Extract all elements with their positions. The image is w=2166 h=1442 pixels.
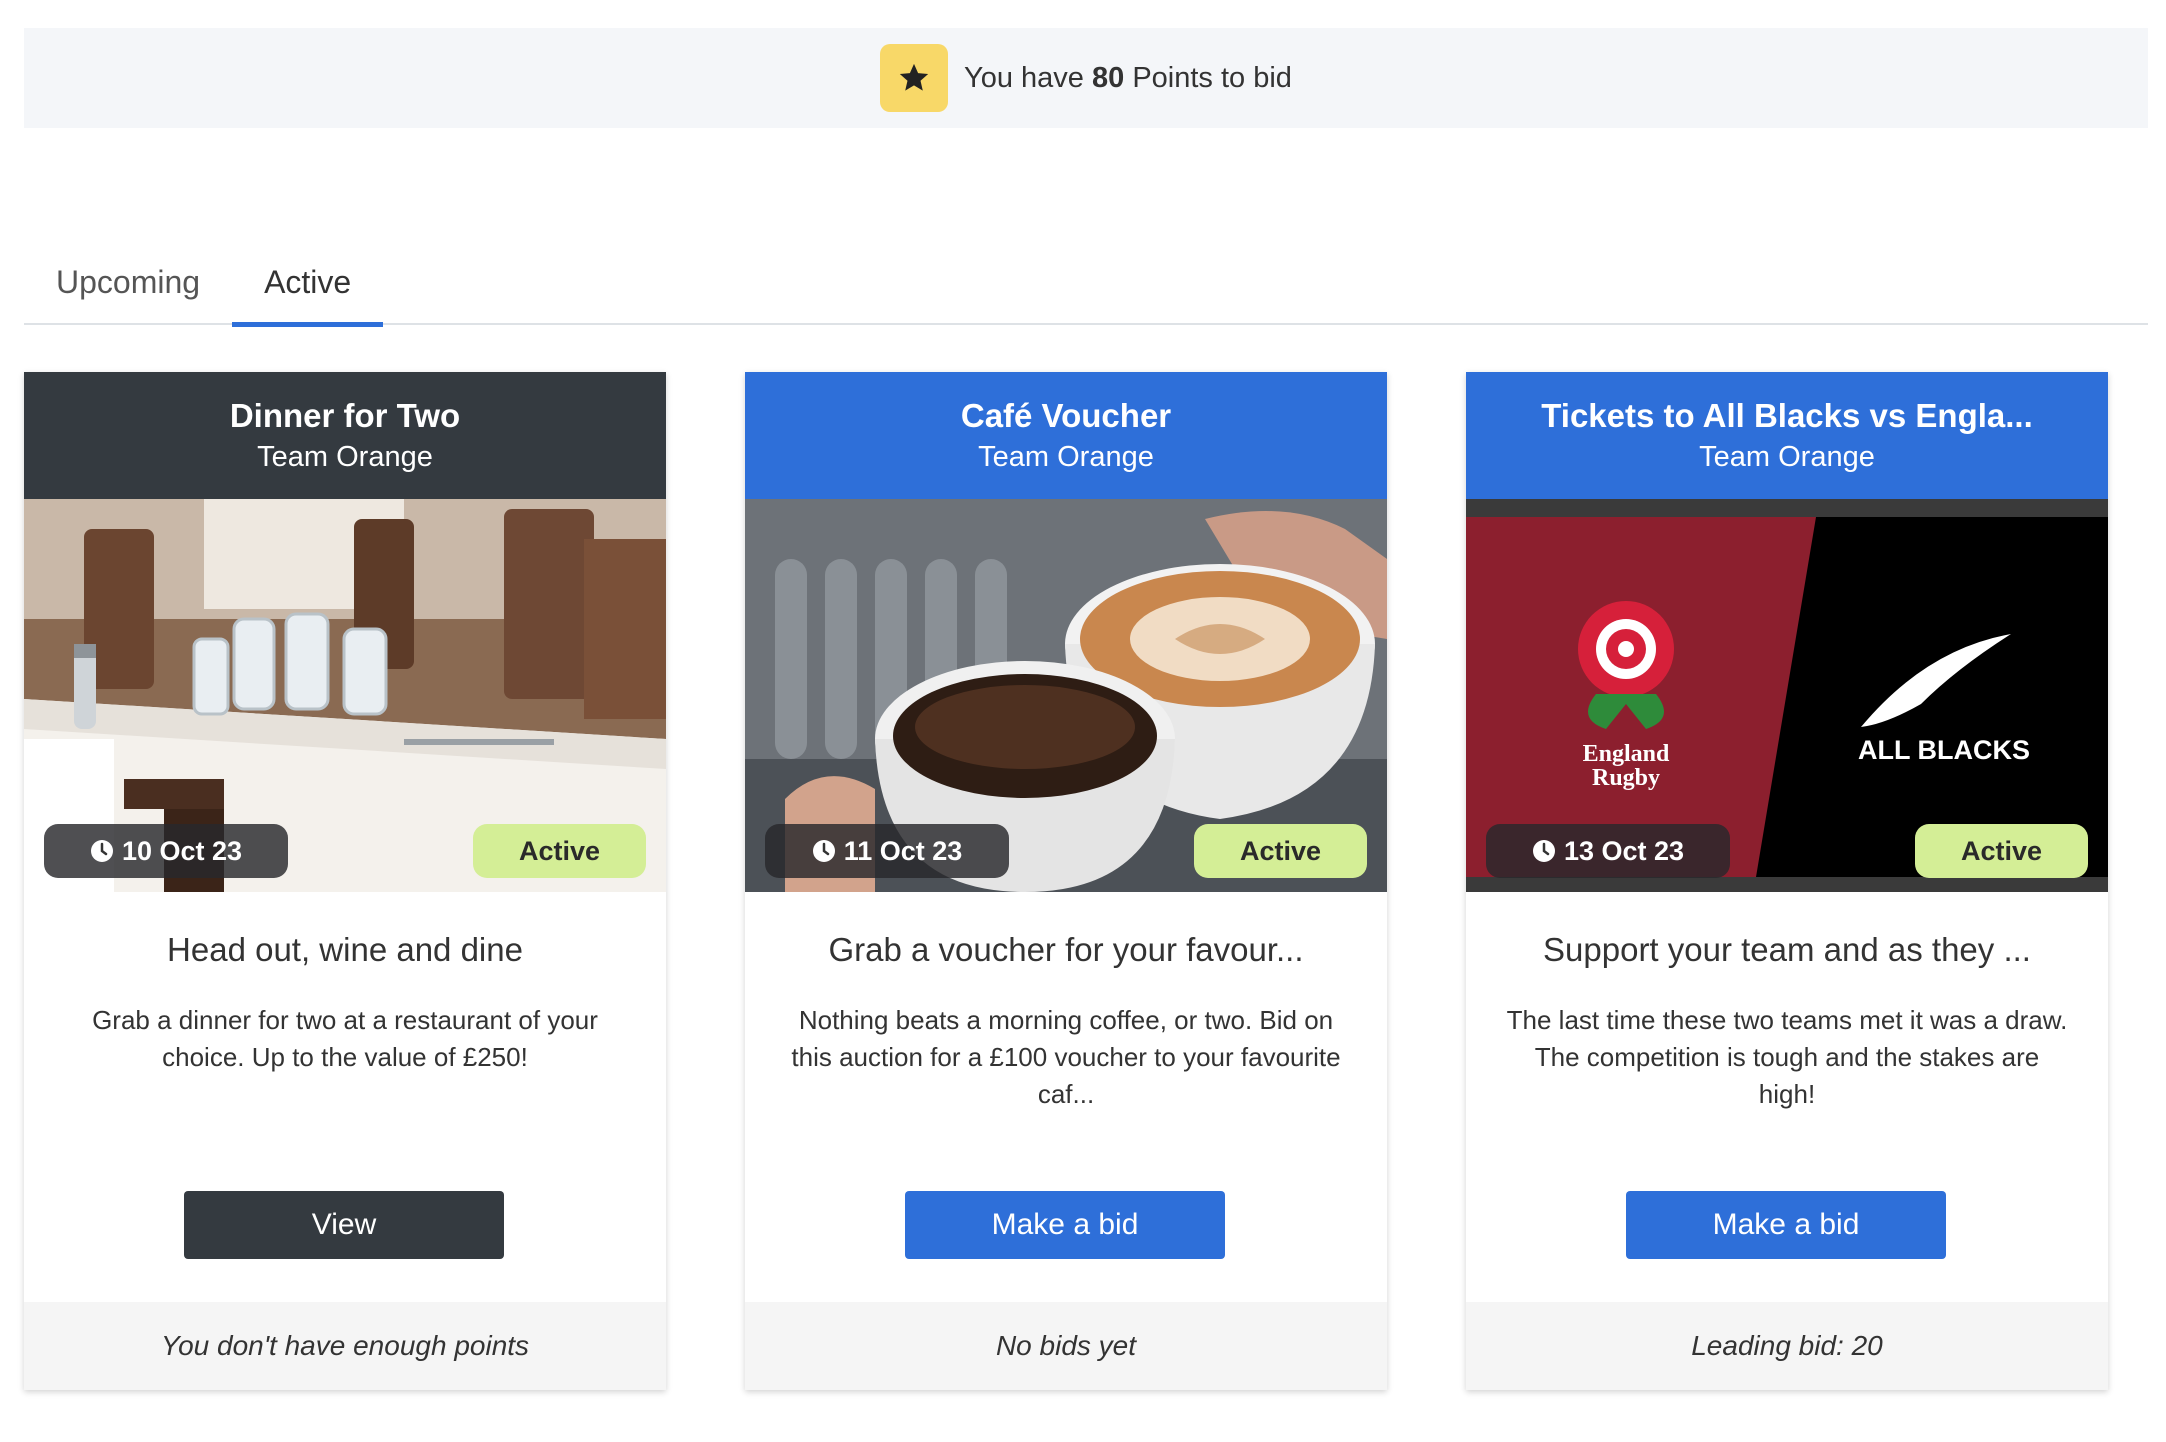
card-title: Tickets to All Blacks vs Engla... — [1541, 396, 2033, 434]
tab-upcoming[interactable]: Upcoming — [24, 240, 232, 325]
card-team: Team Orange — [257, 440, 433, 473]
card-header: Tickets to All Blacks vs Engla... Team O… — [1466, 372, 2108, 499]
england-text-2: Rugby — [1592, 765, 1660, 791]
view-button[interactable]: View — [184, 1191, 504, 1259]
points-banner: You have 80 Points to bid — [24, 28, 2148, 128]
make-bid-button[interactable]: Make a bid — [905, 1191, 1225, 1259]
card-team: Team Orange — [1699, 440, 1875, 473]
status-badge: Active — [473, 824, 646, 878]
date-text: 11 Oct 23 — [843, 835, 963, 866]
card-description: The last time these two teams met it was… — [1506, 1005, 2068, 1109]
card-description: Grab a dinner for two at a restaurant of… — [92, 1005, 598, 1072]
card-subtitle: Head out, wine and dine — [167, 931, 523, 968]
tab-bar: Upcoming Active — [24, 240, 2148, 327]
clock-icon — [812, 840, 835, 862]
date-text: 13 Oct 23 — [1563, 835, 1685, 866]
card-team: Team Orange — [978, 440, 1154, 473]
date-text: 10 Oct 23 — [121, 835, 243, 866]
points-text: You have 80 Points to bid — [964, 62, 1292, 95]
auction-card: Tickets to All Blacks vs Engla... Team O… — [1466, 372, 2108, 1390]
card-footer: No bids yet — [745, 1302, 1387, 1390]
card-description: Nothing beats a morning coffee, or two. … — [791, 1005, 1341, 1109]
card-header: Dinner for Two Team Orange — [24, 372, 666, 499]
auction-card: Dinner for Two Team Orange 10 Oct 23 Act… — [24, 372, 666, 1390]
date-badge: 10 Oct 23 — [44, 824, 288, 878]
date-badge: 13 Oct 23 — [1486, 824, 1730, 878]
points-value: 80 — [1092, 61, 1125, 94]
all-blacks-text: ALL BLACKS — [1858, 735, 2030, 765]
card-subtitle: Grab a voucher for your favour... — [828, 931, 1304, 968]
card-title: Dinner for Two — [229, 396, 461, 434]
points-prefix: You have — [964, 61, 1084, 94]
card-subtitle: Support your team and as they ... — [1543, 931, 2031, 968]
card-footer: Leading bid: 20 — [1466, 1302, 2108, 1390]
card-body: Grab a voucher for your favour... Nothin… — [745, 892, 1387, 1302]
card-header: Café Voucher Team Orange — [745, 372, 1387, 499]
points-suffix: Points to bid — [1132, 61, 1292, 94]
card-body: Head out, wine and dine Grab a dinner fo… — [24, 892, 666, 1302]
card-title: Café Voucher — [960, 396, 1172, 434]
auction-card: Café Voucher Team Orange 11 Oct 23 Activ… — [745, 372, 1387, 1390]
date-badge: 11 Oct 23 — [765, 824, 1009, 878]
card-footer: You don't have enough points — [24, 1302, 666, 1390]
restaurant-table-photo: 10 Oct 23 Active — [24, 499, 666, 892]
tab-active[interactable]: Active — [232, 240, 384, 327]
coffee-cups-photo: 11 Oct 23 Active — [745, 499, 1387, 892]
rugby-logos-graphic: England Rugby ALL BLACKS 13 Oct 23 Activ… — [1466, 499, 2108, 892]
england-text-1: England — [1583, 741, 1670, 767]
make-bid-button[interactable]: Make a bid — [1626, 1191, 1946, 1259]
clock-icon — [1532, 840, 1555, 862]
status-badge: Active — [1915, 824, 2088, 878]
star-icon — [880, 44, 949, 112]
card-body: Support your team and as they ... The la… — [1466, 892, 2108, 1302]
clock-icon — [90, 840, 113, 862]
status-badge: Active — [1194, 824, 1367, 878]
